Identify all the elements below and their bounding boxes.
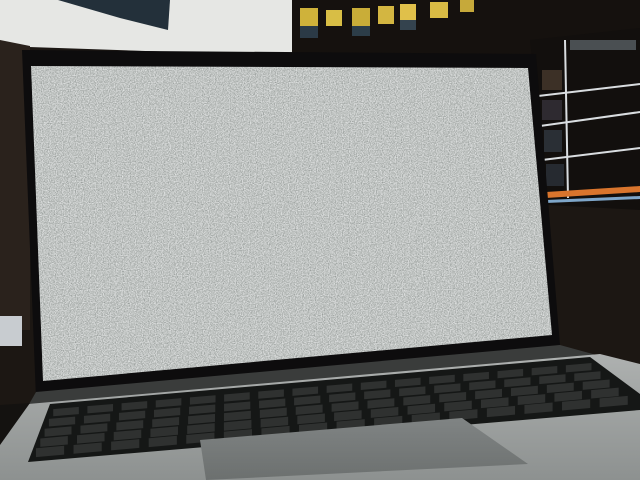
- photo-scene: [0, 0, 640, 480]
- screen-state-label: static-noise: [0, 0, 1, 1]
- left-white-object: [0, 316, 22, 346]
- board-label: [570, 40, 636, 50]
